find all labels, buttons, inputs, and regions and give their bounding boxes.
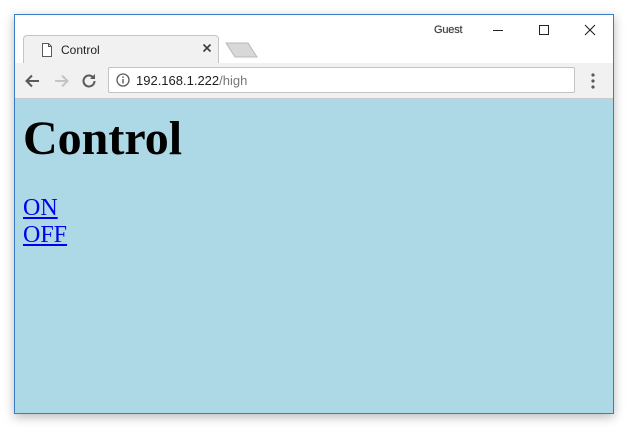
page-icon <box>41 43 53 57</box>
minimize-icon <box>493 30 503 31</box>
minimize-button[interactable] <box>475 15 521 45</box>
reload-icon <box>82 74 96 88</box>
page-heading: Control <box>23 112 183 165</box>
close-icon <box>584 24 596 36</box>
reload-button[interactable] <box>78 70 100 92</box>
page-content: Control ON OFF <box>15 99 613 413</box>
window-close-button[interactable] <box>567 15 613 45</box>
forward-button[interactable] <box>50 70 72 92</box>
off-link[interactable]: OFF <box>23 222 67 249</box>
browser-window: Control Guest 192.168.1.222/high Control… <box>14 14 614 414</box>
info-icon[interactable] <box>116 73 130 87</box>
maximize-button[interactable] <box>521 15 567 45</box>
title-bar: Control Guest <box>15 15 613 63</box>
forward-arrow-icon <box>55 74 69 88</box>
back-button[interactable] <box>22 70 44 92</box>
back-arrow-icon <box>25 74 39 88</box>
browser-menu-button[interactable] <box>587 71 599 91</box>
guest-profile-label[interactable]: Guest <box>434 24 463 36</box>
control-links: ON OFF <box>23 195 67 249</box>
tab-control[interactable]: Control <box>23 35 219 63</box>
new-tab-button[interactable] <box>225 42 259 58</box>
tab-title: Control <box>61 43 100 57</box>
on-link[interactable]: ON <box>23 195 67 222</box>
tab-close-icon[interactable] <box>200 41 214 55</box>
address-bar[interactable]: 192.168.1.222/high <box>108 67 575 93</box>
url-path: /high <box>219 73 248 88</box>
maximize-icon <box>539 25 549 35</box>
url-host: 192.168.1.222 <box>136 73 220 88</box>
url-text[interactable]: 192.168.1.222/high <box>136 73 247 88</box>
menu-icon <box>591 73 595 89</box>
browser-toolbar: 192.168.1.222/high <box>15 63 613 99</box>
